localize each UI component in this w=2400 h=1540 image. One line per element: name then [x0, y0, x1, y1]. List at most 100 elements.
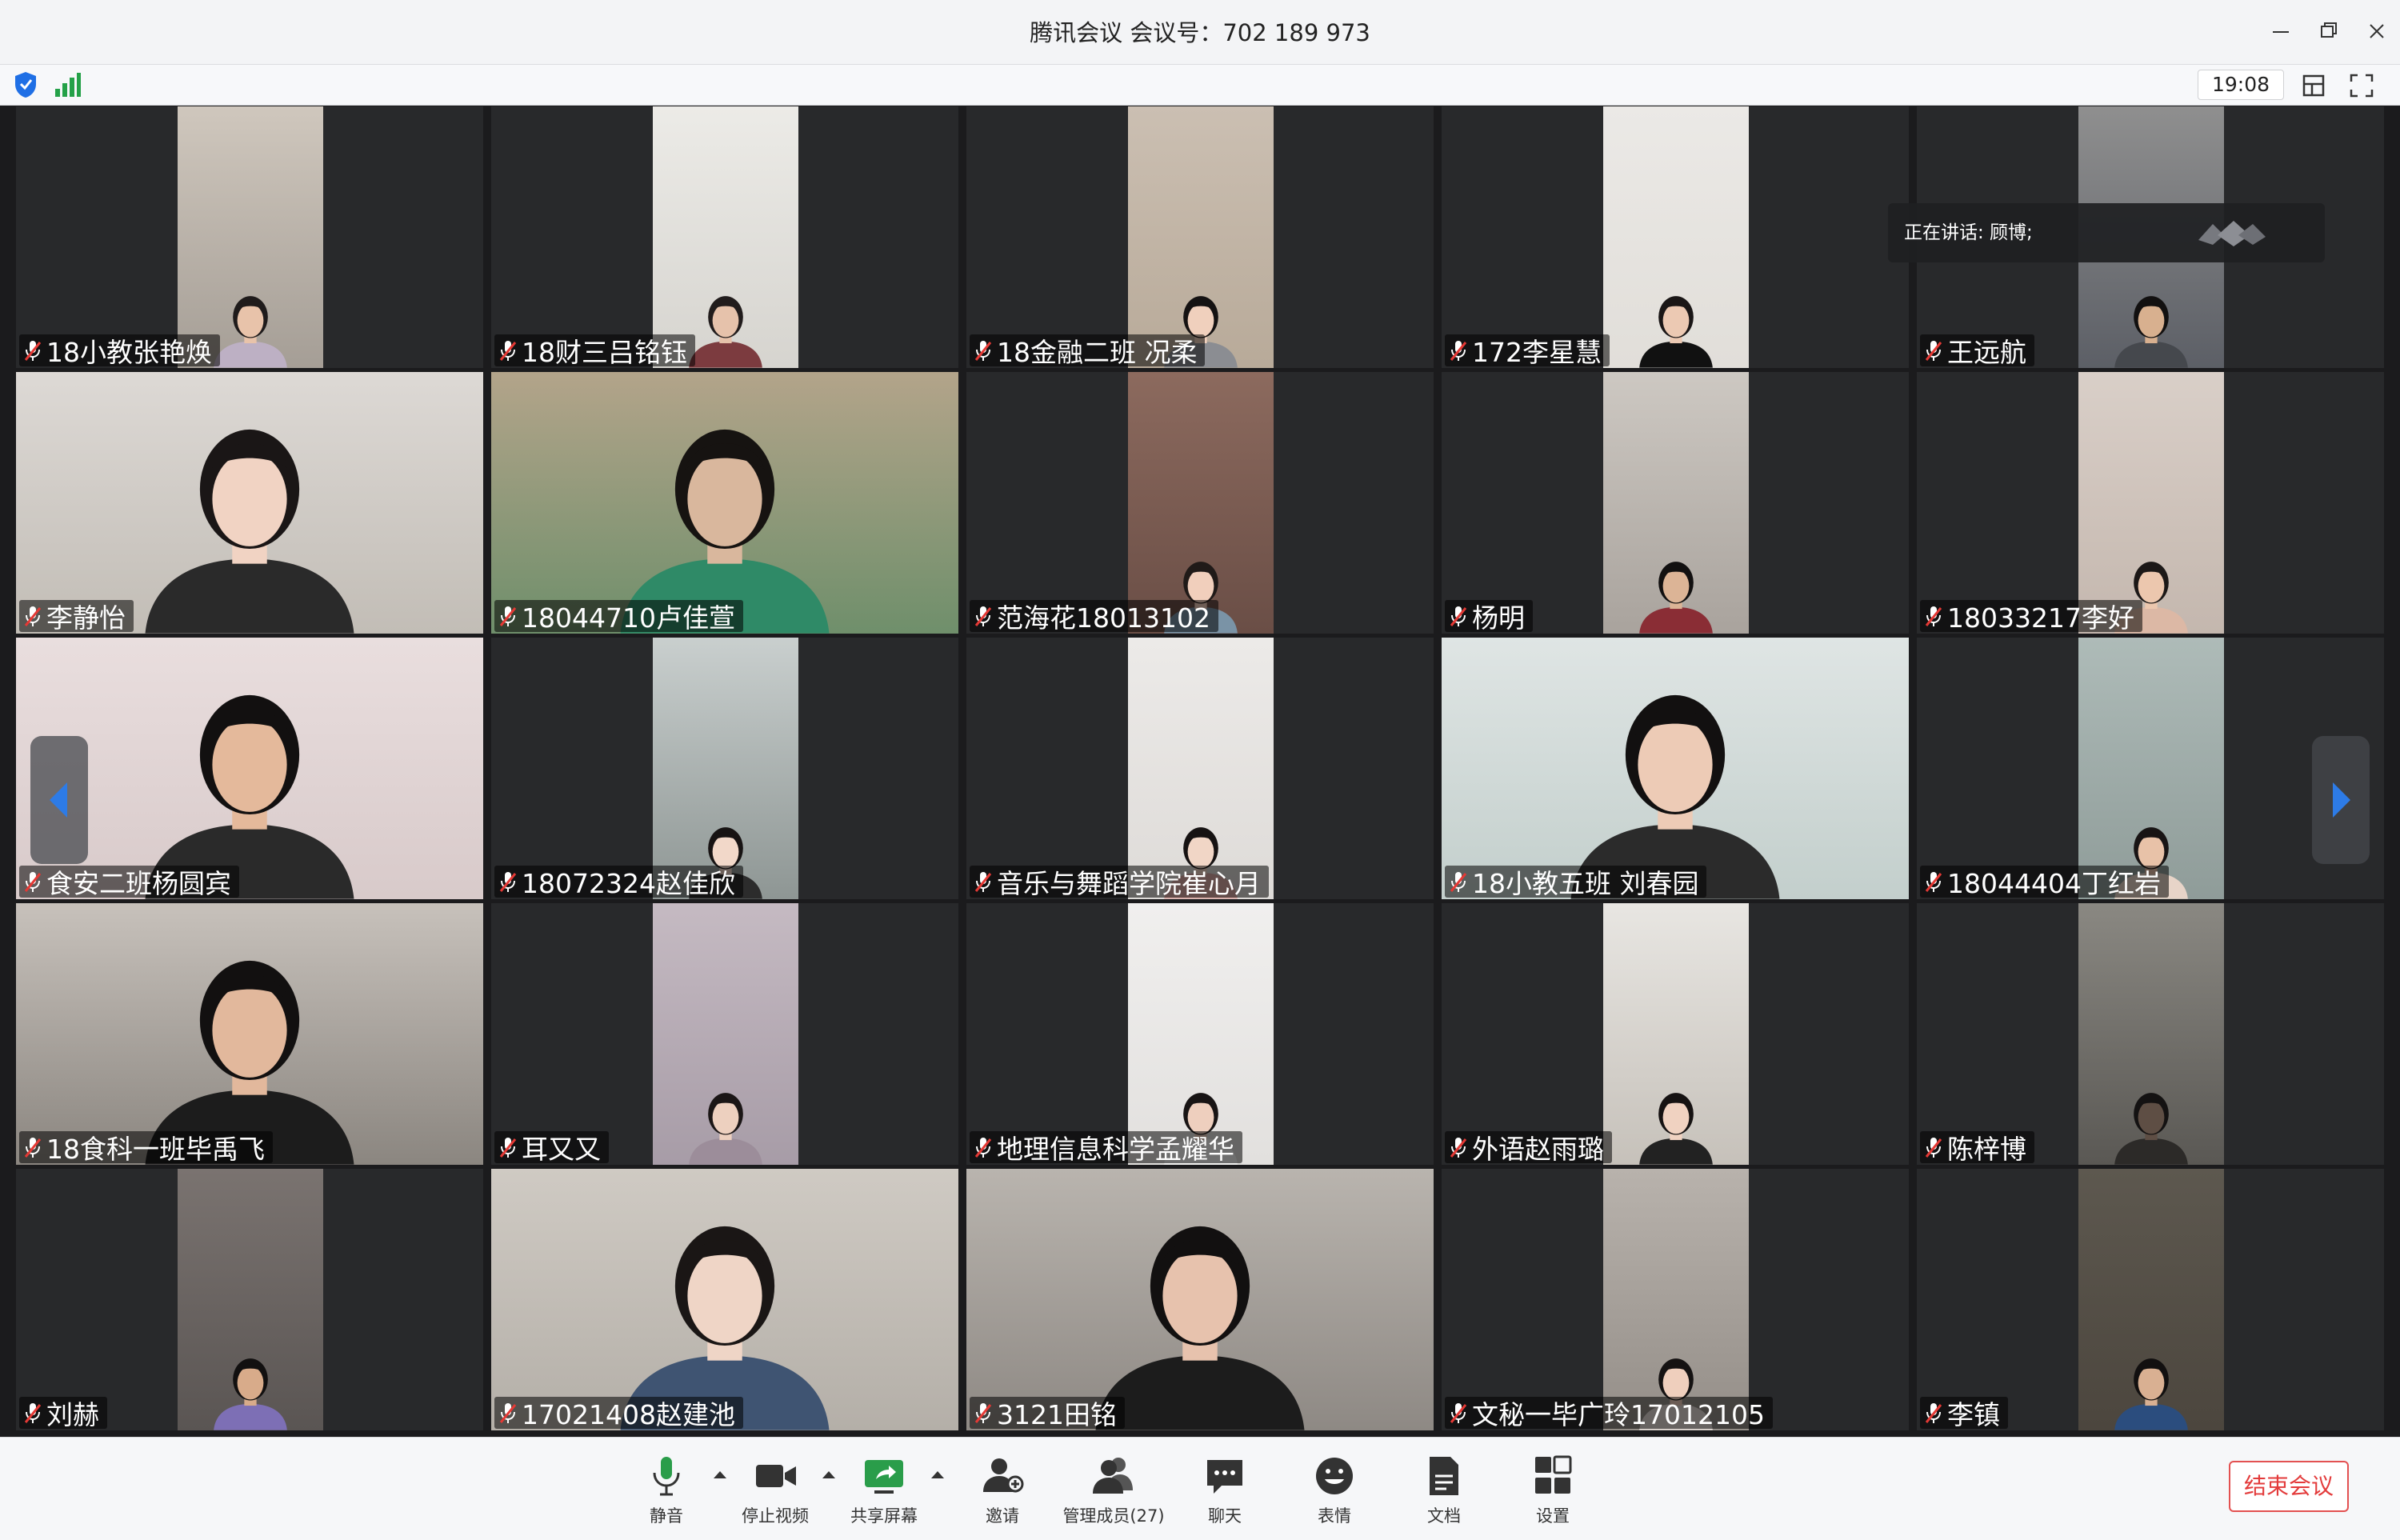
muted-mic-icon — [974, 338, 992, 362]
participant-name-tag: 18044710卢佳萱 — [494, 600, 743, 634]
muted-mic-icon — [499, 338, 517, 362]
participant-name-tag: 王远航 — [1920, 334, 2034, 368]
fullscreen-icon[interactable] — [2346, 70, 2378, 102]
participant-name-tag: 文秘一毕广玲17012105 — [1445, 1397, 1773, 1430]
close-icon[interactable] — [2357, 11, 2397, 51]
emoji-button[interactable]: 表情 — [1282, 1454, 1386, 1534]
video-grid: 18小教张艳焕 18财三吕铭钰 18金融二班 况柔 172李星慧 王远航李静怡 18044… — [16, 106, 2386, 1431]
participant-name-tag: 18033217李好 — [1920, 600, 2142, 634]
participant-name: 18033217李好 — [1947, 602, 2134, 634]
participant-silhouette — [682, 119, 769, 368]
participant-video — [653, 106, 798, 368]
video-tile[interactable]: 3121田铭 — [966, 1169, 1434, 1430]
minimize-icon[interactable] — [2261, 11, 2301, 51]
mute-button[interactable]: 静音 — [614, 1454, 718, 1534]
stop-video-button[interactable]: 停止视频 — [723, 1454, 827, 1534]
signal-icon[interactable] — [53, 71, 82, 98]
participant-name-tag: 李静怡 — [19, 600, 134, 634]
chat-button[interactable]: 聊天 — [1173, 1454, 1277, 1534]
muted-mic-icon — [974, 1401, 992, 1425]
participant-name-tag: 18食科一班毕禹飞 — [19, 1131, 273, 1165]
manage-members-button[interactable]: 管理成员(27) — [1062, 1454, 1166, 1534]
video-tile[interactable]: 耳又又 — [491, 903, 958, 1165]
video-tile[interactable]: 外语赵雨璐 — [1442, 903, 1909, 1165]
participant-silhouette — [1632, 385, 1719, 634]
video-tile[interactable]: 杨明 — [1442, 372, 1909, 634]
docs-button[interactable]: 文档 — [1392, 1454, 1496, 1534]
invite-user-icon — [983, 1458, 1024, 1493]
video-tile[interactable]: 刘赫 — [16, 1169, 483, 1430]
video-tile[interactable]: 17021408赵建池 — [491, 1169, 958, 1430]
participant-name: 18食科一班毕禹飞 — [46, 1134, 265, 1165]
restore-icon[interactable] — [2309, 11, 2349, 51]
video-tile[interactable]: 18小教张艳焕 — [16, 106, 483, 368]
participant-video — [2078, 638, 2224, 899]
end-meeting-button[interactable]: 结束会议 — [2229, 1461, 2349, 1512]
participant-video — [2078, 903, 2224, 1165]
participant-video — [491, 372, 958, 634]
video-tile[interactable]: 李镇 — [1917, 1169, 2384, 1430]
shield-icon[interactable] — [11, 70, 40, 100]
participant-silhouette — [206, 119, 294, 368]
video-tile[interactable]: 18033217李好 — [1917, 372, 2384, 634]
participant-video — [491, 1169, 958, 1430]
video-tile[interactable]: 文秘一毕广玲17012105 — [1442, 1169, 1909, 1430]
participant-name: 食安二班杨圆宾 — [46, 868, 231, 899]
video-tile[interactable]: 18金融二班 况柔 — [966, 106, 1434, 368]
muted-mic-icon — [24, 1401, 42, 1425]
participant-name-tag: 18044404丁红岩 — [1920, 866, 2169, 899]
participant-video — [2078, 1169, 2224, 1430]
muted-mic-icon — [1450, 870, 1467, 894]
participant-name-tag: 音乐与舞蹈学院崔心月 — [970, 866, 1269, 899]
participant-name-tag: 18财三吕铭钰 — [494, 334, 695, 368]
muted-mic-icon — [24, 604, 42, 628]
video-tile[interactable]: 18食科一班毕禹飞 — [16, 903, 483, 1165]
participant-name: 李镇 — [1947, 1399, 2000, 1430]
participant-name-tag: 18小教五班 刘春园 — [1445, 866, 1707, 899]
participant-name-tag: 18072324赵佳欣 — [494, 866, 743, 899]
video-tile[interactable]: 18044710卢佳萱 — [491, 372, 958, 634]
video-tile[interactable]: 172李星慧 — [1442, 106, 1909, 368]
participant-name: 杨明 — [1472, 602, 1525, 634]
participant-video — [1603, 106, 1749, 368]
share-screen-button[interactable]: 共享屏幕 — [832, 1454, 936, 1534]
participant-video — [1128, 106, 1274, 368]
prev-page-arrow[interactable] — [30, 736, 88, 864]
settings-label: 设置 — [1536, 1506, 1570, 1526]
share-options-caret-icon[interactable] — [928, 1466, 947, 1482]
muted-mic-icon — [499, 604, 517, 628]
participant-name: 18044404丁红岩 — [1947, 868, 2161, 899]
participant-name: 文秘一毕广玲17012105 — [1472, 1399, 1765, 1430]
video-tile[interactable]: 音乐与舞蹈学院崔心月 — [966, 638, 1434, 899]
layout-icon[interactable] — [2298, 70, 2330, 102]
participant-name: 18044710卢佳萱 — [522, 602, 735, 634]
video-tile[interactable]: 陈梓博 — [1917, 903, 2384, 1165]
participant-video — [1128, 372, 1274, 634]
video-tile[interactable]: 李静怡 — [16, 372, 483, 634]
video-tile[interactable]: 18072324赵佳欣 — [491, 638, 958, 899]
settings-button[interactable]: 设置 — [1501, 1454, 1605, 1534]
participant-silhouette — [206, 1182, 294, 1430]
video-tile[interactable]: 18财三吕铭钰 — [491, 106, 958, 368]
docs-label: 文档 — [1427, 1506, 1461, 1526]
settings-grid-icon — [1535, 1455, 1572, 1494]
participant-name: 李静怡 — [46, 602, 126, 634]
participant-video — [178, 106, 323, 368]
participant-name: 18财三吕铭钰 — [522, 337, 687, 368]
video-tile[interactable]: 地理信息科学孟耀华 — [966, 903, 1434, 1165]
muted-mic-icon — [1925, 338, 1942, 362]
participant-name: 3121田铭 — [997, 1399, 1117, 1430]
tencent-meeting-logo-icon — [2198, 221, 2266, 246]
next-page-arrow[interactable] — [2312, 736, 2370, 864]
participant-name: 18小教张艳焕 — [46, 337, 212, 368]
invite-button[interactable]: 邀请 — [950, 1454, 1054, 1534]
mute-label: 静音 — [650, 1506, 683, 1526]
participant-name: 18金融二班 况柔 — [997, 337, 1198, 368]
participant-name-tag: 172李星慧 — [1445, 334, 1610, 368]
video-tile[interactable]: 范海花18013102 — [966, 372, 1434, 634]
participant-name-tag: 18金融二班 况柔 — [970, 334, 1206, 368]
meeting-info-bar: 19:08 — [0, 65, 2400, 106]
participant-silhouette — [1632, 916, 1719, 1165]
muted-mic-icon — [499, 1135, 517, 1159]
video-tile[interactable]: 18小教五班 刘春园 — [1442, 638, 1909, 899]
